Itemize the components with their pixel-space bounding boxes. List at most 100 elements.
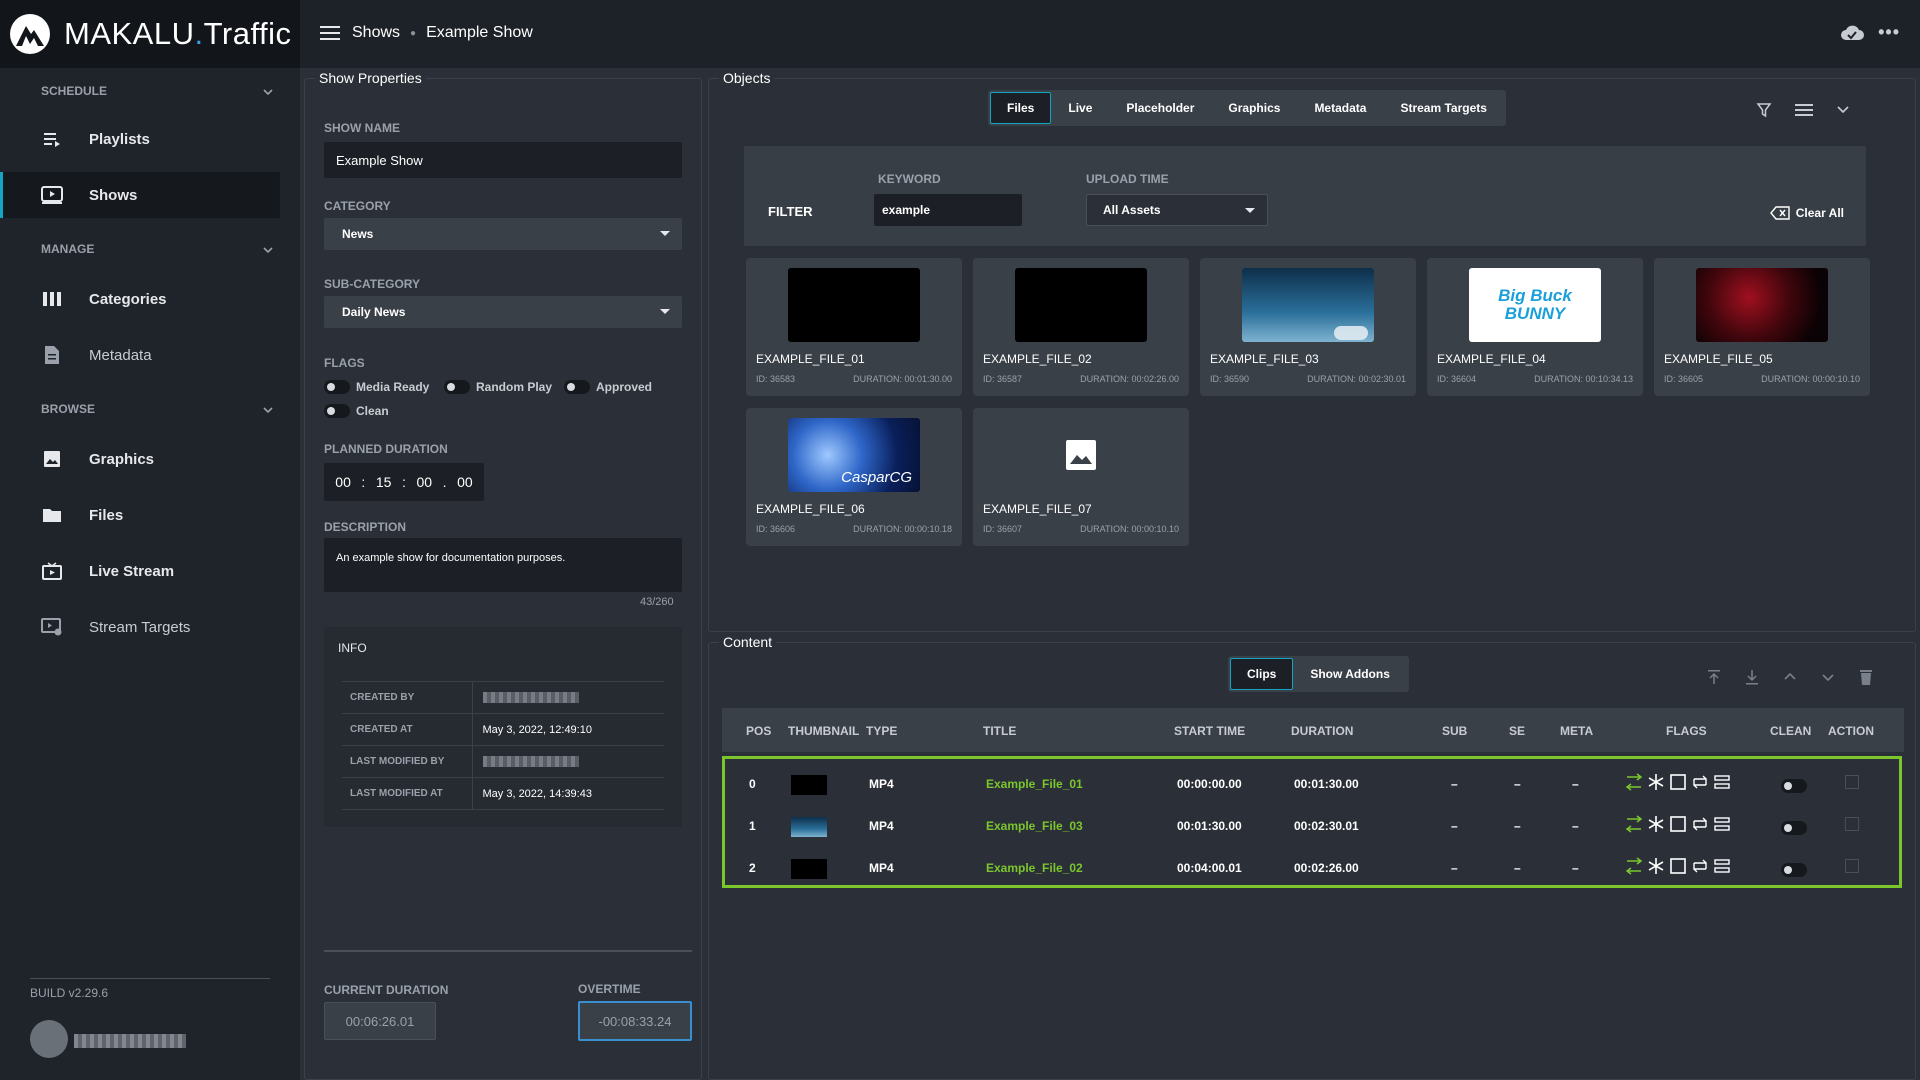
row-checkbox[interactable] — [1845, 859, 1859, 873]
list-flag-icon[interactable] — [1713, 857, 1731, 875]
breadcrumb-section[interactable]: Shows — [352, 24, 400, 42]
user-name[interactable] — [74, 1034, 186, 1048]
flag-label: Clean — [356, 404, 389, 418]
freeze-flag-icon[interactable] — [1647, 815, 1665, 833]
loop-flag-icon[interactable] — [1691, 773, 1709, 791]
tab-stream-targets[interactable]: Stream Targets — [1383, 92, 1503, 124]
file-card[interactable]: EXAMPLE_FILE_05 ID: 36605 DURATION: 00:0… — [1654, 258, 1870, 396]
planned-duration-input[interactable]: 00 : 15 : 00 . 00 — [324, 463, 484, 501]
clean-toggle[interactable] — [1781, 819, 1807, 837]
toggle-switch[interactable] — [444, 380, 470, 394]
chevron-down-icon[interactable] — [1819, 668, 1837, 686]
table-row[interactable]: 0 MP4 Example_File_01 00:00:00.00 00:01:… — [725, 763, 1899, 805]
tab-show-addons[interactable]: Show Addons — [1293, 658, 1407, 690]
loop-flag-icon[interactable] — [1691, 815, 1709, 833]
cloud-icon[interactable] — [1840, 24, 1865, 42]
sidebar-item-playlists[interactable]: Playlists — [0, 116, 280, 162]
sidebar-item-categories[interactable]: Categories — [0, 276, 280, 322]
tab-graphics[interactable]: Graphics — [1211, 92, 1297, 124]
minutes[interactable]: 15 — [376, 474, 392, 490]
table-row[interactable]: 1 MP4 Example_File_03 00:01:30.00 00:02:… — [725, 805, 1899, 847]
tab-live[interactable]: Live — [1051, 92, 1109, 124]
seconds[interactable]: 00 — [416, 474, 432, 490]
transition-flag-icon[interactable] — [1625, 815, 1643, 833]
clean-toggle[interactable] — [1781, 861, 1807, 879]
app-brand: MAKALU.Traffic — [64, 16, 292, 51]
info-value: May 3, 2022, 12:49:10 — [472, 713, 664, 746]
freeze-flag-icon[interactable] — [1647, 857, 1665, 875]
info-row: CREATED AT May 3, 2022, 12:49:10 — [342, 713, 664, 746]
more-options-icon[interactable]: ••• — [1878, 22, 1900, 43]
description-textarea[interactable]: An example show for documentation purpos… — [324, 538, 682, 592]
toggle-switch[interactable] — [564, 380, 590, 394]
show-name-input[interactable]: Example Show — [324, 142, 682, 178]
square-flag-icon[interactable] — [1669, 815, 1687, 833]
clean-toggle[interactable] — [1781, 777, 1807, 795]
row-meta: – — [1572, 861, 1579, 875]
row-checkbox[interactable] — [1845, 775, 1859, 789]
toggle-switch[interactable] — [1781, 862, 1807, 877]
sidebar-item-stream-targets[interactable]: Stream Targets — [0, 604, 280, 650]
list-flag-icon[interactable] — [1713, 815, 1731, 833]
chevron-down-icon[interactable] — [262, 86, 274, 98]
row-title-link[interactable]: Example_File_02 — [986, 861, 1083, 875]
frames[interactable]: 00 — [457, 474, 473, 490]
move-to-bottom-icon[interactable] — [1743, 668, 1761, 686]
file-card[interactable]: EXAMPLE_FILE_03 ID: 36590 DURATION: 00:0… — [1200, 258, 1416, 396]
file-card[interactable]: CasparCG EXAMPLE_FILE_06 ID: 36606 DURAT… — [746, 408, 962, 546]
sidebar-item-live-stream[interactable]: Live Stream — [0, 548, 280, 594]
file-card[interactable]: Big Buck BUNNY EXAMPLE_FILE_04 ID: 36604… — [1427, 258, 1643, 396]
loop-flag-icon[interactable] — [1691, 857, 1709, 875]
toggle-switch[interactable] — [324, 380, 350, 394]
menu-icon[interactable] — [320, 22, 340, 44]
list-flag-icon[interactable] — [1713, 773, 1731, 791]
tab-clips[interactable]: Clips — [1230, 658, 1294, 690]
toggle-switch[interactable] — [1781, 778, 1807, 793]
chevron-up-icon[interactable] — [1781, 668, 1799, 686]
keyword-input[interactable]: example — [874, 194, 1022, 226]
row-checkbox[interactable] — [1845, 817, 1859, 831]
row-title-link[interactable]: Example_File_01 — [986, 777, 1083, 791]
chevron-down-icon[interactable] — [262, 404, 274, 416]
move-to-top-icon[interactable] — [1705, 668, 1723, 686]
trash-icon[interactable] — [1857, 668, 1875, 686]
subcategory-select[interactable]: Daily News — [324, 296, 682, 328]
toggle-switch[interactable] — [1781, 820, 1807, 835]
tab-placeholder[interactable]: Placeholder — [1109, 92, 1211, 124]
sidebar-item-files[interactable]: Files — [0, 492, 280, 538]
hours[interactable]: 00 — [335, 474, 351, 490]
tab-metadata[interactable]: Metadata — [1297, 92, 1383, 124]
avatar[interactable] — [30, 1020, 68, 1058]
category-select[interactable]: News — [324, 218, 682, 250]
flag-random-play[interactable]: Random Play — [444, 380, 552, 394]
filter-icon[interactable] — [1756, 102, 1772, 118]
chevron-down-icon[interactable] — [1836, 104, 1850, 116]
column-header: SUB — [1442, 724, 1468, 738]
sidebar-item-metadata[interactable]: Metadata — [0, 332, 280, 378]
file-name: EXAMPLE_FILE_05 — [1664, 352, 1773, 366]
chevron-down-icon[interactable] — [262, 244, 274, 256]
sidebar-item-graphics[interactable]: Graphics — [0, 436, 280, 482]
clear-all-button[interactable]: Clear All — [1769, 206, 1844, 220]
square-flag-icon[interactable] — [1669, 857, 1687, 875]
file-card[interactable]: EXAMPLE_FILE_01 ID: 36583 DURATION: 00:0… — [746, 258, 962, 396]
flag-clean[interactable]: Clean — [324, 404, 389, 418]
flag-media-ready[interactable]: Media Ready — [324, 380, 429, 394]
square-flag-icon[interactable] — [1669, 773, 1687, 791]
list-view-icon[interactable] — [1795, 102, 1813, 118]
breadcrumb-page: Example Show — [426, 24, 533, 41]
row-title-link[interactable]: Example_File_03 — [986, 819, 1083, 833]
tab-files[interactable]: Files — [990, 92, 1052, 124]
file-card[interactable]: EXAMPLE_FILE_07 ID: 36607 DURATION: 00:0… — [973, 408, 1189, 546]
transition-flag-icon[interactable] — [1625, 773, 1643, 791]
upload-time-select[interactable]: All Assets — [1086, 194, 1268, 226]
category-label: CATEGORY — [324, 199, 391, 213]
sidebar-item-shows[interactable]: Shows — [0, 172, 280, 218]
app-logo[interactable]: MAKALU.Traffic — [0, 0, 300, 68]
toggle-switch[interactable] — [324, 404, 350, 418]
transition-flag-icon[interactable] — [1625, 857, 1643, 875]
file-card[interactable]: EXAMPLE_FILE_02 ID: 36587 DURATION: 00:0… — [973, 258, 1189, 396]
table-row[interactable]: 2 MP4 Example_File_02 00:04:00.01 00:02:… — [725, 847, 1899, 889]
freeze-flag-icon[interactable] — [1647, 773, 1665, 791]
flag-approved[interactable]: Approved — [564, 380, 652, 394]
